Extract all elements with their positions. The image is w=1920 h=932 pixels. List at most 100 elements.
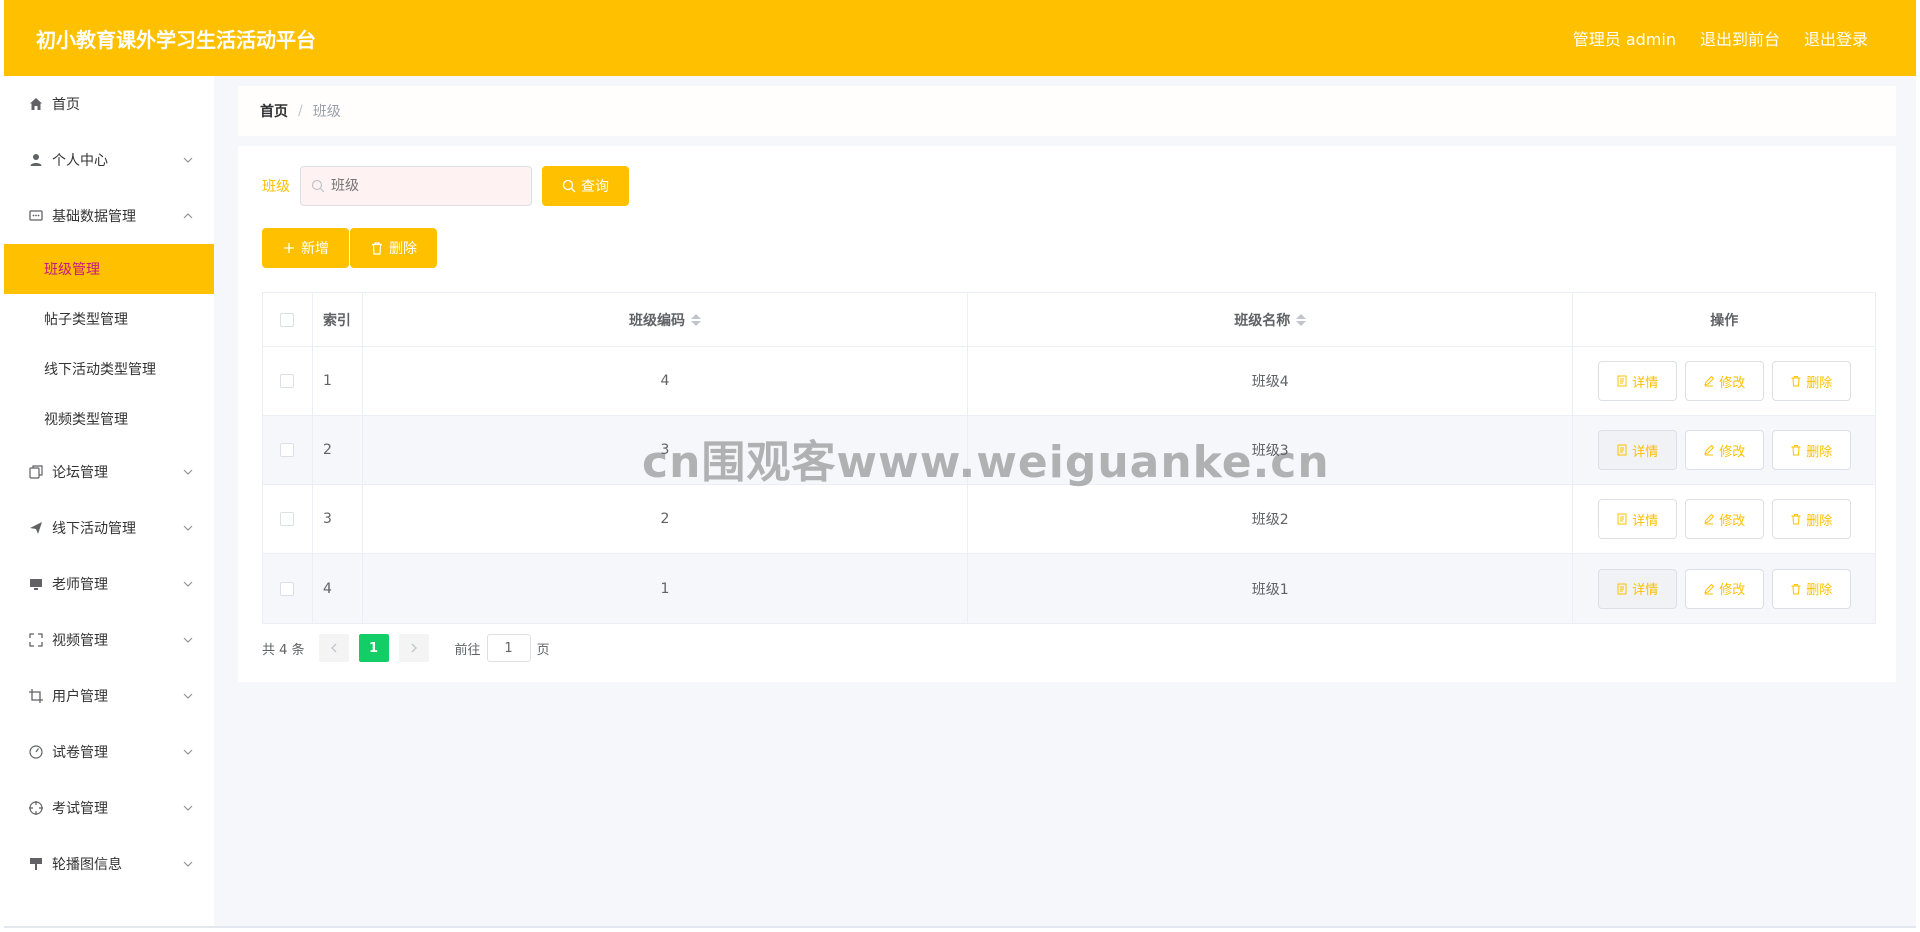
top-header: 初小教育课外学习生活活动平台 管理员 admin 退出到前台 退出登录 <box>4 0 1916 76</box>
detail-button[interactable]: 详情 <box>1597 499 1677 539</box>
page-number-button[interactable]: 1 <box>358 634 389 662</box>
sidebar-item-video[interactable]: 视频管理 <box>4 612 214 668</box>
table-row: 3 2 班级2 详情 修改 删除 <box>263 485 1875 554</box>
edit-label: 修改 <box>1719 375 1746 391</box>
chevron-down-icon <box>182 634 194 646</box>
sidebar-subitem-class[interactable]: 班级管理 <box>4 244 214 294</box>
sidebar-item-offline-activity[interactable]: 线下活动管理 <box>4 500 214 556</box>
row-ops: 详情 修改 删除 <box>1573 347 1875 415</box>
edit-button[interactable]: 修改 <box>1684 499 1764 539</box>
sidebar-item-profile[interactable]: 个人中心 <box>4 132 214 188</box>
batch-delete-button[interactable]: 删除 <box>350 228 437 268</box>
delete-label: 删除 <box>1806 444 1833 460</box>
search-field[interactable] <box>300 166 532 206</box>
row-ops: 详情 修改 删除 <box>1573 554 1875 623</box>
edit-button[interactable]: 修改 <box>1684 568 1764 609</box>
header-index: 索引 <box>313 293 363 346</box>
trash-icon <box>1791 583 1801 594</box>
row-check-cell <box>263 554 313 623</box>
add-button[interactable]: 新增 <box>262 228 349 268</box>
sidebar-item-basic-data[interactable]: 基础数据管理 <box>4 188 214 244</box>
crop-icon <box>28 688 44 704</box>
edit-button[interactable]: 修改 <box>1684 430 1764 470</box>
sidebar-item-label: 个人中心 <box>52 153 108 169</box>
sidebar-item-forum[interactable]: 论坛管理 <box>4 444 214 500</box>
row-checkbox[interactable] <box>280 443 295 457</box>
delete-button[interactable]: 删除 <box>1771 361 1851 401</box>
row-checkbox[interactable] <box>280 581 295 596</box>
header-ops: 操作 <box>1710 312 1739 329</box>
paint-icon <box>28 856 44 872</box>
exit-to-front-link[interactable]: 退出到前台 <box>1700 26 1780 50</box>
search-icon <box>311 179 325 193</box>
gauge-icon <box>28 744 44 760</box>
prev-page-button[interactable] <box>318 634 349 662</box>
header-code[interactable]: 班级编码 <box>363 293 969 346</box>
page-unit-label: 页 <box>536 642 550 658</box>
sidebar-item-teacher[interactable]: 老师管理 <box>4 556 214 612</box>
sidebar-item-exam-paper[interactable]: 试卷管理 <box>4 724 214 780</box>
header-code-label: 班级编码 <box>629 312 686 329</box>
query-button[interactable]: 查询 <box>542 166 629 206</box>
admin-user-label: 管理员 admin <box>1572 30 1676 49</box>
detail-label: 详情 <box>1632 583 1659 598</box>
goto-page-input[interactable] <box>486 634 531 662</box>
select-all-checkbox[interactable] <box>280 312 295 327</box>
sort-icon[interactable] <box>691 313 702 326</box>
header-name-label: 班级名称 <box>1234 312 1291 329</box>
pagination: 共 4 条 1 前往 页 <box>262 634 550 662</box>
delete-button[interactable]: 删除 <box>1771 430 1851 470</box>
user-icon <box>28 152 44 168</box>
action-bar: 新增 删除 <box>262 228 437 268</box>
row-checkbox[interactable] <box>280 374 295 388</box>
delete-label: 删除 <box>1806 583 1833 598</box>
row-code: 3 <box>363 416 969 484</box>
row-check-cell <box>263 485 313 553</box>
sidebar-subitem-video-type[interactable]: 视频类型管理 <box>4 394 214 444</box>
row-index: 1 <box>313 347 363 415</box>
edit-button[interactable]: 修改 <box>1684 361 1764 401</box>
row-name: 班级2 <box>968 485 1574 553</box>
next-page-button[interactable] <box>398 634 429 662</box>
sidebar-item-label: 基础数据管理 <box>52 209 136 225</box>
sort-icon[interactable] <box>1296 313 1307 326</box>
sidebar-item-carousel[interactable]: 轮播图信息 <box>4 836 214 892</box>
chevron-down-icon <box>182 466 194 478</box>
row-ops: 详情 修改 删除 <box>1573 485 1875 553</box>
sidebar-item-label: 论坛管理 <box>52 465 108 481</box>
batch-delete-button-label: 删除 <box>389 241 417 257</box>
header-check-cell <box>263 293 313 346</box>
delete-button[interactable]: 删除 <box>1771 499 1851 539</box>
trash-icon <box>372 242 382 255</box>
row-checkbox[interactable] <box>280 512 295 526</box>
sidebar-subitem-post-type[interactable]: 帖子类型管理 <box>4 294 214 344</box>
home-icon <box>28 96 44 112</box>
trash-icon <box>1791 514 1801 525</box>
detail-label: 详情 <box>1632 375 1659 391</box>
logout-link[interactable]: 退出登录 <box>1804 26 1868 50</box>
detail-button[interactable]: 详情 <box>1597 361 1677 401</box>
row-name: 班级3 <box>968 416 1574 484</box>
sidebar-item-home[interactable]: 首页 <box>4 76 214 132</box>
search-icon <box>562 179 576 193</box>
fullscreen-icon <box>28 632 44 648</box>
document-icon <box>1617 583 1627 594</box>
sidebar-item-label: 用户管理 <box>52 689 108 705</box>
sidebar-item-label: 线下活动管理 <box>52 521 136 537</box>
delete-label: 删除 <box>1806 513 1833 529</box>
detail-button[interactable]: 详情 <box>1597 430 1677 470</box>
header-actions: 管理员 admin 退出到前台 退出登录 <box>1573 26 1868 50</box>
row-check-cell <box>263 416 313 484</box>
search-input[interactable] <box>331 178 521 194</box>
send-icon <box>28 520 44 536</box>
row-index: 4 <box>313 554 363 623</box>
document-icon <box>1617 444 1627 456</box>
sidebar-item-user[interactable]: 用户管理 <box>4 668 214 724</box>
table-row: 4 1 班级1 详情 修改 删除 <box>263 554 1875 623</box>
breadcrumb-home[interactable]: 首页 <box>260 101 288 121</box>
sidebar-item-exam[interactable]: 考试管理 <box>4 780 214 836</box>
header-name[interactable]: 班级名称 <box>968 293 1574 346</box>
delete-button[interactable]: 删除 <box>1771 568 1851 609</box>
sidebar-subitem-activity-type[interactable]: 线下活动类型管理 <box>4 344 214 394</box>
detail-button[interactable]: 详情 <box>1597 568 1677 609</box>
